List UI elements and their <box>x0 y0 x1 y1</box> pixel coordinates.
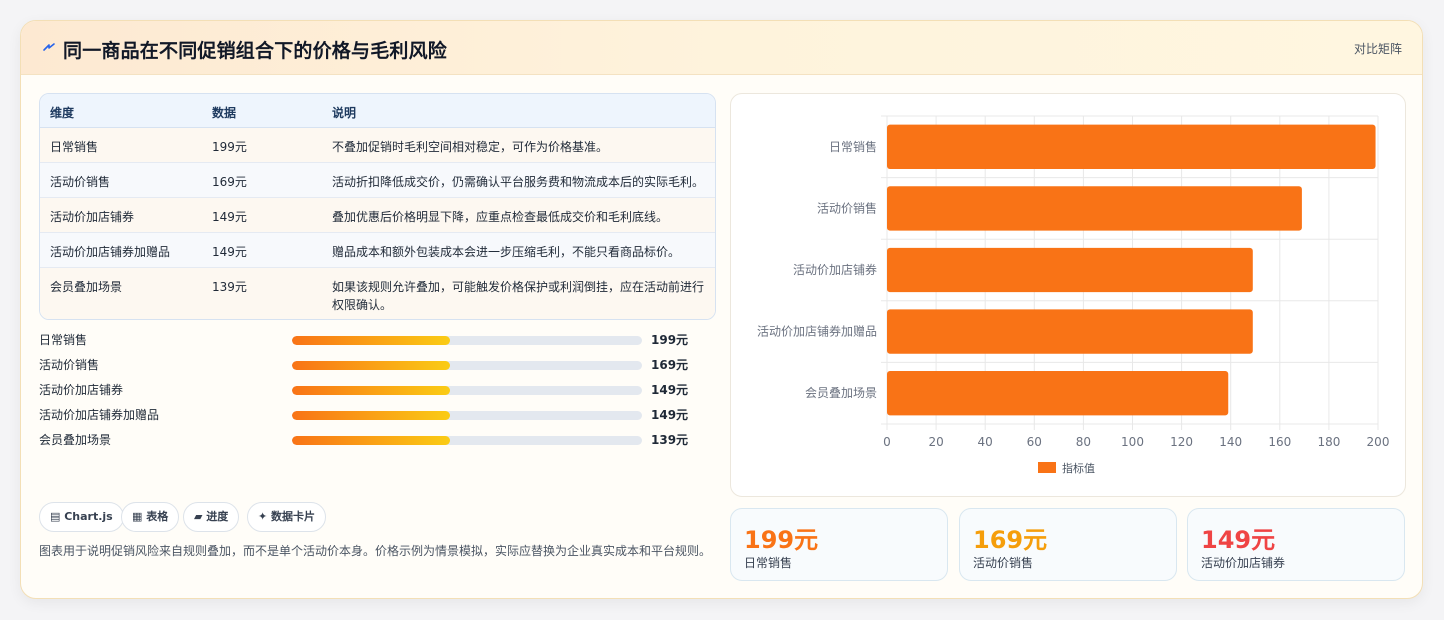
x-tick-label: 140 <box>1219 435 1242 449</box>
table-row: 会员叠加场景 139元 如果该规则允许叠加，可能触发价格保护或利润倒挂，应在活动… <box>40 268 715 319</box>
kpi-value: 169元 <box>973 526 1048 554</box>
x-tick-label: 100 <box>1121 435 1144 449</box>
y-tick-label: 活动价加店铺券加赠品 <box>757 324 877 339</box>
column-header: 维度 <box>50 106 75 120</box>
table-row: 日常销售 199元 不叠加促销时毛利空间相对稳定，可作为价格基准。 <box>40 128 715 163</box>
progress-fill <box>292 361 450 370</box>
kpi-card: 169元 活动价销售 <box>959 508 1177 581</box>
table-cell: 149元 <box>212 245 247 259</box>
table-cell: 活动价加店铺券加赠品 <box>50 245 171 259</box>
table-row: 活动价加店铺券 149元 叠加优惠后价格明显下降，应重点检查最低成交价和毛利底线… <box>40 198 715 233</box>
bar-chart: 0 20 40 60 80 100 120 140 160 180 200 日常销售活动价销售活动价加… <box>757 115 1390 475</box>
x-tick-label: 20 <box>928 435 943 449</box>
y-tick-label: 活动价加店铺券 <box>793 262 877 277</box>
column-header: 说明 <box>332 106 357 120</box>
progress-track <box>292 361 642 370</box>
progress-label: 活动价加店铺券 <box>39 383 124 397</box>
progress-row: 日常销售 199元 <box>39 329 719 349</box>
x-tick-label: 120 <box>1170 435 1193 449</box>
x-tick-label: 160 <box>1268 435 1291 449</box>
y-tick-label: 活动价销售 <box>817 200 877 215</box>
progress-fill <box>292 436 450 445</box>
main-card: 同一商品在不同促销组合下的价格与毛利风险 对比矩阵 维度 数据 说明 日常销售 … <box>20 20 1423 599</box>
progress-label: 日常销售 <box>39 333 88 347</box>
progress-value: 139元 <box>651 433 689 447</box>
table-cell: 叠加优惠后价格明显下降，应重点检查最低成交价和毛利底线。 <box>332 210 669 224</box>
table-cell: 赠品成本和额外包装成本会进一步压缩毛利，不能只看商品标价。 <box>332 245 681 259</box>
tag-table[interactable]: ▦ 表格 <box>121 502 180 532</box>
table-cell: 不叠加促销时毛利空间相对稳定，可作为价格基准。 <box>332 140 609 154</box>
tag-chartjs[interactable]: ▤ Chart.js <box>39 502 124 532</box>
progress-fill <box>292 336 450 345</box>
table-cell: 149元 <box>212 210 247 224</box>
kpi-card: 149元 活动价加店铺券 <box>1187 508 1405 581</box>
progress-track <box>292 411 642 420</box>
bar <box>887 371 1229 416</box>
x-tick-label: 180 <box>1317 435 1340 449</box>
kpi-value: 199元 <box>744 526 819 554</box>
progress-fill <box>292 386 450 395</box>
table-cell: 169元 <box>212 175 247 189</box>
progress-track <box>292 386 642 395</box>
lightning-icon <box>43 43 55 51</box>
kpi-label: 日常销售 <box>744 556 793 570</box>
legend-label: 指标值 <box>1062 461 1095 475</box>
progress-value: 149元 <box>651 383 689 397</box>
compare-matrix-link[interactable]: 对比矩阵 <box>1354 40 1402 57</box>
table-row: 活动价销售 169元 活动折扣降低成交价，仍需确认平台服务费和物流成本后的实际毛… <box>40 163 715 198</box>
table-cell: 活动价销售 <box>50 175 111 189</box>
tag-progress[interactable]: ▰ 进度 <box>183 502 240 532</box>
progress-value: 199元 <box>651 333 689 347</box>
progress-row: 活动价销售 169元 <box>39 354 719 374</box>
table-row: 活动价加店铺券加赠品 149元 赠品成本和额外包装成本会进一步压缩毛利，不能只看… <box>40 233 715 268</box>
progress-track <box>292 336 642 345</box>
bar <box>887 186 1302 231</box>
x-tick-label: 80 <box>1076 435 1091 449</box>
bar <box>887 247 1253 293</box>
progress-row: 活动价加店铺券 149元 <box>39 379 719 399</box>
column-header: 数据 <box>212 106 237 120</box>
bar <box>887 309 1253 354</box>
progress-row: 会员叠加场景 139元 <box>39 429 719 449</box>
table-cell: 活动价加店铺券 <box>50 210 135 224</box>
progress-label: 活动价销售 <box>39 358 100 372</box>
kpi-card: 199元 日常销售 <box>730 508 948 581</box>
page-title: 同一商品在不同促销组合下的价格与毛利风险 <box>63 40 448 62</box>
card-header: 同一商品在不同促销组合下的价格与毛利风险 对比矩阵 <box>21 21 1422 75</box>
progress-label: 活动价加店铺券加赠品 <box>39 408 160 422</box>
x-tick-label: 200 <box>1367 435 1390 449</box>
table-cell: 日常销售 <box>50 140 99 154</box>
data-table: 维度 数据 说明 日常销售 199元 不叠加促销时毛利空间相对稳定，可作为价格基… <box>39 93 716 320</box>
y-tick-label: 日常销售 <box>829 139 877 154</box>
progress-value: 149元 <box>651 408 689 422</box>
progress-track <box>292 436 642 445</box>
table-cell: 139元 <box>212 280 247 294</box>
progress-label: 会员叠加场景 <box>39 433 112 447</box>
progress-row: 活动价加店铺券加赠品 149元 <box>39 404 719 424</box>
kpi-value: 149元 <box>1201 526 1276 554</box>
table-cell: 活动折扣降低成交价，仍需确认平台服务费和物流成本后的实际毛利。 <box>332 175 705 189</box>
progress-value: 169元 <box>651 358 689 372</box>
bar <box>887 124 1376 169</box>
kpi-label: 活动价加店铺券 <box>1201 556 1286 570</box>
x-tick-label: 40 <box>978 435 993 449</box>
chart-panel: 0 20 40 60 80 100 120 140 160 180 200 日常销售活动价销售活动价加… <box>730 93 1406 497</box>
table-cell: 会员叠加场景 <box>50 280 123 294</box>
tag-data-card[interactable]: ✦ 数据卡片 <box>247 502 327 532</box>
legend-swatch <box>1038 462 1056 473</box>
x-tick-label: 0 <box>883 435 891 449</box>
kpi-label: 活动价销售 <box>973 556 1034 570</box>
chart-note: 图表用于说明促销风险来自规则叠加，而不是单个活动价本身。价格示例为情景模拟，实际… <box>39 544 712 558</box>
table-header: 维度 数据 说明 <box>40 94 715 128</box>
table-cell: 199元 <box>212 140 247 154</box>
table-cell: 如果该规则允许叠加，可能触发价格保护或利润倒挂，应在活动前进行权限确认。 <box>332 280 705 312</box>
progress-fill <box>292 411 450 420</box>
x-tick-label: 60 <box>1027 435 1042 449</box>
y-tick-label: 会员叠加场景 <box>805 386 877 400</box>
